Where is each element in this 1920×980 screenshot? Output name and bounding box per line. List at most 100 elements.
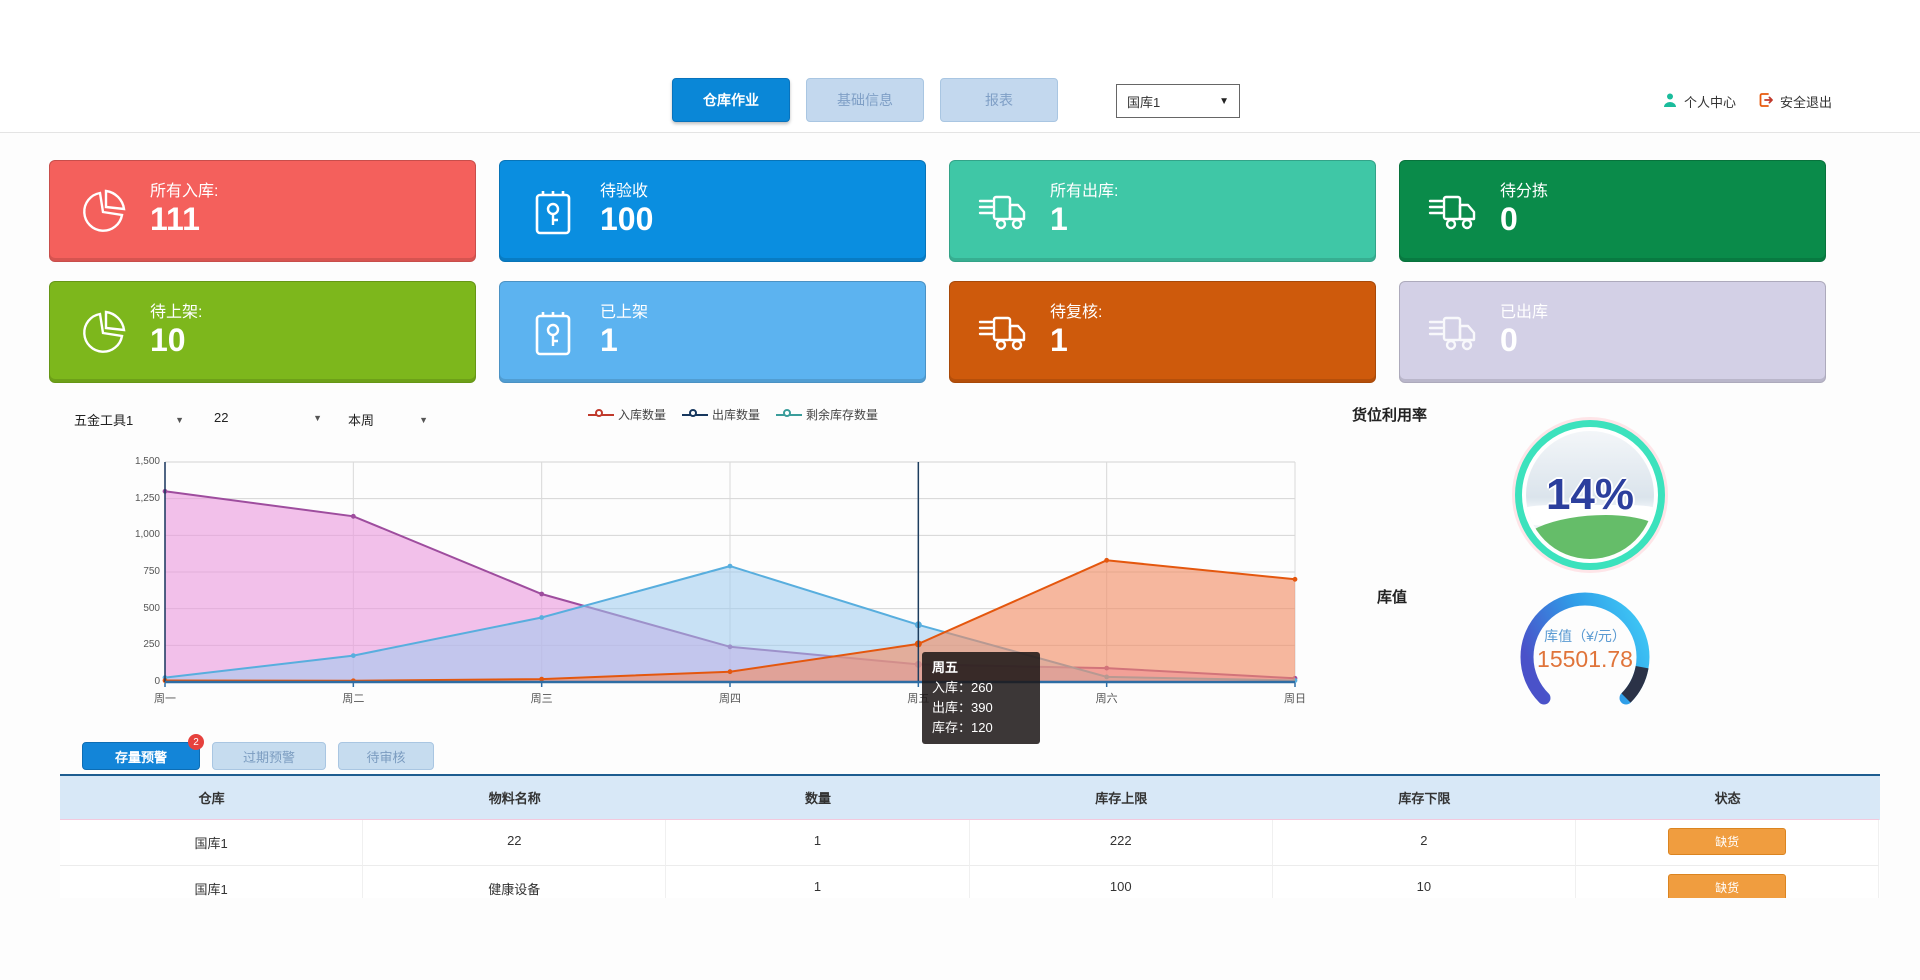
cell-material: 健康设备	[363, 866, 666, 898]
card-label: 待复核:	[1050, 298, 1102, 322]
y-tick-label: 750	[110, 566, 160, 577]
tab-warehouse-operations[interactable]: 仓库作业	[672, 78, 790, 122]
status-button[interactable]: 缺货	[1668, 828, 1786, 855]
tab-basic-info[interactable]: 基础信息	[806, 78, 924, 122]
wms-dashboard: 仓库作业 基础信息 报表 国库1 ▼ 个人中心 安全退出	[0, 0, 1920, 980]
card-value: 111	[150, 201, 200, 238]
legend-stock[interactable]: 剩余库存数量	[776, 406, 878, 423]
chart-tooltip: 周五 入库：260 出库：390 库存：120	[922, 652, 1040, 744]
card-label: 待分拣	[1500, 177, 1548, 201]
truck-icon	[978, 187, 1028, 237]
card-outbound-done[interactable]: 已出库 0	[1399, 281, 1826, 383]
inventory-value-title: 库值	[1377, 586, 1407, 607]
clipboard-icon	[528, 308, 578, 358]
utilization-title: 货位利用率	[1352, 404, 1427, 425]
col-material: 物料名称	[363, 776, 666, 820]
x-tick-label: 周四	[700, 690, 760, 706]
legend-label: 出库数量	[712, 406, 760, 423]
period-select[interactable]: 本周 ▼	[348, 410, 428, 429]
tab-expiry-alert[interactable]: 过期预警	[212, 742, 326, 770]
card-all-outbound[interactable]: 所有出库: 1	[949, 160, 1376, 262]
legend-marker-icon	[776, 410, 802, 420]
x-tick-label: 周三	[512, 690, 572, 706]
warehouse-select[interactable]: 国库1 ▼	[1116, 84, 1240, 118]
truck-icon	[1428, 187, 1478, 237]
logout-label: 安全退出	[1780, 92, 1832, 111]
tab-reports[interactable]: 报表	[940, 78, 1058, 122]
weekly-flow-chart[interactable]	[165, 462, 1295, 682]
chevron-down-icon: ▼	[313, 413, 322, 423]
card-pending-shelving[interactable]: 待上架: 10	[49, 281, 476, 383]
material-select[interactable]: 22 ▼	[214, 410, 322, 425]
card-pending-inspection[interactable]: 待验收 100	[499, 160, 926, 262]
chart-legend: 入库数量 出库数量 剩余库存数量	[588, 406, 878, 423]
x-tick-label: 周一	[135, 690, 195, 706]
table-row[interactable]: 国库1 健康设备 1 100 10 缺货	[60, 866, 1880, 898]
table-row[interactable]: 国库1 22 1 222 2 缺货	[60, 820, 1880, 866]
tooltip-title: 周五	[932, 658, 1030, 678]
y-tick-label: 1,250	[110, 493, 160, 504]
stock-alert-badge: 2	[188, 734, 204, 750]
col-qty: 数量	[666, 776, 969, 820]
truck-icon	[978, 308, 1028, 358]
user-menu: 个人中心 安全退出	[1662, 92, 1832, 111]
cell-lower: 2	[1273, 820, 1576, 866]
legend-label: 剩余库存数量	[806, 406, 878, 423]
card-label: 已上架	[600, 298, 648, 322]
inventory-value-label: 库值（¥/元）	[1510, 626, 1660, 646]
logout-link[interactable]: 安全退出	[1758, 92, 1832, 111]
tooltip-line: 入库：260	[932, 678, 1030, 698]
tab-stock-alert[interactable]: 存量预警	[82, 742, 200, 770]
tooltip-line: 出库：390	[932, 698, 1030, 718]
card-value: 10	[150, 322, 186, 359]
user-icon	[1662, 92, 1678, 111]
card-value: 100	[600, 201, 653, 238]
x-tick-label: 周日	[1265, 690, 1325, 706]
logout-icon	[1758, 92, 1774, 111]
cell-qty: 1	[666, 820, 969, 866]
card-pending-recheck[interactable]: 待复核: 1	[949, 281, 1376, 383]
col-upper: 库存上限	[970, 776, 1273, 820]
utilization-value: 14%	[1522, 427, 1658, 563]
cell-warehouse: 国库1	[60, 866, 363, 898]
cell-warehouse: 国库1	[60, 820, 363, 866]
x-tick-label: 周二	[323, 690, 383, 706]
chevron-down-icon: ▼	[419, 415, 428, 425]
legend-marker-icon	[682, 410, 708, 420]
material-type-select[interactable]: 五金工具1 ▼	[74, 410, 184, 429]
cell-qty: 1	[666, 866, 969, 898]
card-label: 待上架:	[150, 298, 202, 322]
chevron-down-icon: ▼	[1219, 96, 1229, 107]
pie-chart-icon	[78, 308, 128, 358]
legend-marker-icon	[588, 410, 614, 420]
cell-material: 22	[363, 820, 666, 866]
inventory-value-number: 15501.78	[1510, 646, 1660, 673]
legend-outbound[interactable]: 出库数量	[682, 406, 760, 423]
card-label: 待验收	[600, 177, 648, 201]
col-warehouse: 仓库	[60, 776, 363, 820]
tab-pending-review[interactable]: 待审核	[338, 742, 434, 770]
card-value: 0	[1500, 201, 1518, 238]
legend-inbound[interactable]: 入库数量	[588, 406, 666, 423]
cell-upper: 222	[970, 820, 1273, 866]
y-tick-label: 250	[110, 639, 160, 650]
card-value: 1	[1050, 322, 1068, 359]
card-all-inbound[interactable]: 所有入库: 111	[49, 160, 476, 262]
table-header-row: 仓库 物料名称 数量 库存上限 库存下限 状态	[60, 776, 1880, 820]
inventory-value-gauge: 库值（¥/元） 15501.78	[1510, 582, 1660, 732]
card-pending-sorting[interactable]: 待分拣 0	[1399, 160, 1826, 262]
card-shelved[interactable]: 已上架 1	[499, 281, 926, 383]
warehouse-select-value: 国库1	[1127, 92, 1160, 111]
x-tick-label: 周六	[1077, 690, 1137, 706]
y-tick-label: 0	[110, 676, 160, 687]
utilization-gauge: 14%	[1515, 420, 1665, 570]
status-button[interactable]: 缺货	[1668, 874, 1786, 898]
profile-link[interactable]: 个人中心	[1662, 92, 1736, 111]
col-status: 状态	[1576, 776, 1879, 820]
cell-upper: 100	[970, 866, 1273, 898]
y-tick-label: 1,000	[110, 529, 160, 540]
y-tick-label: 500	[110, 603, 160, 614]
chevron-down-icon: ▼	[175, 415, 184, 425]
card-label: 已出库	[1500, 298, 1548, 322]
truck-icon	[1428, 308, 1478, 358]
